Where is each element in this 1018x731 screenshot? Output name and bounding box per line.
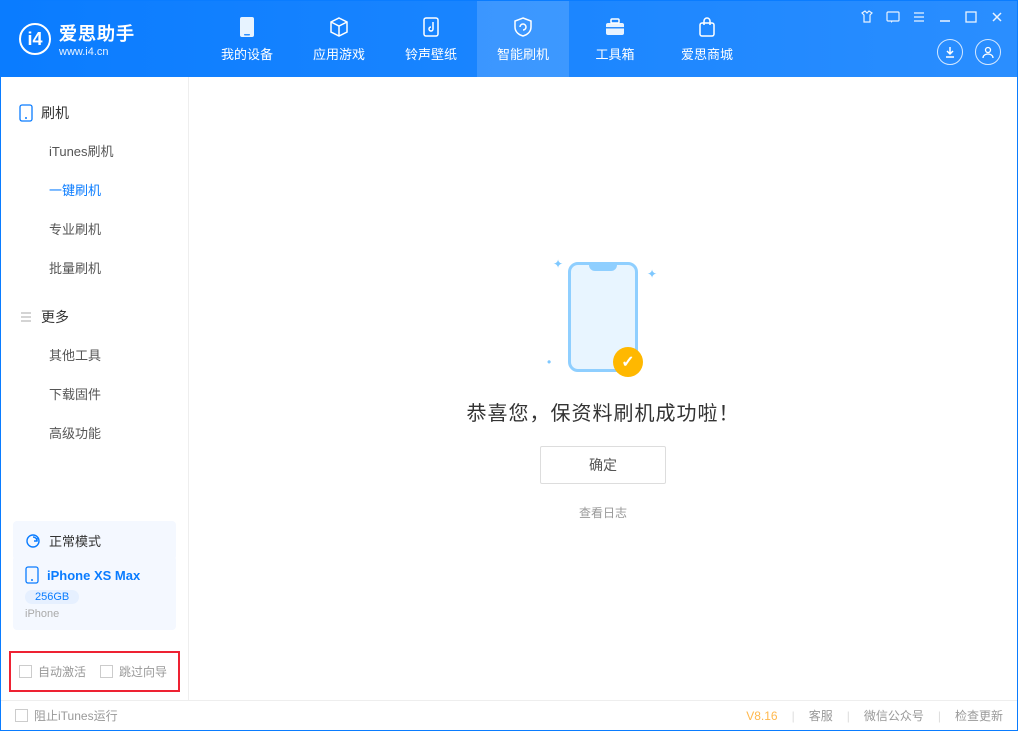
view-log-link[interactable]: 查看日志 [579, 504, 627, 521]
header-actions [937, 39, 1001, 65]
close-button[interactable] [989, 9, 1005, 25]
app-title: 爱思助手 [59, 20, 135, 46]
tshirt-icon[interactable] [859, 9, 875, 25]
section-title: 刷机 [41, 103, 69, 123]
sidebar-item-download-firmware[interactable]: 下载固件 [1, 374, 188, 413]
tab-label: 铃声壁纸 [405, 44, 457, 63]
minimize-button[interactable] [937, 9, 953, 25]
tab-smart-flash[interactable]: 智能刷机 [477, 1, 569, 77]
footer-link-support[interactable]: 客服 [809, 707, 833, 724]
cube-icon [328, 16, 350, 38]
status-bar: 阻止iTunes运行 V8.16 | 客服 | 微信公众号 | 检查更新 [1, 700, 1017, 730]
success-message: 恭喜您，保资料刷机成功啦！ [467, 397, 740, 426]
logo-area: i4 爱思助手 www.i4.cn [1, 20, 201, 58]
tab-store[interactable]: 爱思商城 [661, 1, 753, 77]
mode-card[interactable]: 正常模式 [13, 521, 176, 560]
toolbox-icon [604, 16, 626, 38]
sidebar-item-pro-flash[interactable]: 专业刷机 [1, 209, 188, 248]
device-name: iPhone XS Max [47, 568, 140, 583]
highlighted-options: 自动激活 跳过向导 [9, 651, 180, 692]
footer-link-wechat[interactable]: 微信公众号 [864, 707, 924, 724]
checkbox-label: 自动激活 [38, 663, 86, 680]
device-card[interactable]: iPhone XS Max 256GB iPhone [13, 556, 176, 630]
window-controls [859, 9, 1005, 25]
tab-label: 应用游戏 [313, 44, 365, 63]
tab-label: 工具箱 [595, 44, 634, 63]
sidebar: 刷机 iTunes刷机 一键刷机 专业刷机 批量刷机 更多 其他工具 下载固件 … [1, 77, 189, 700]
checkbox-icon [15, 709, 28, 722]
checkbox-icon [19, 665, 32, 678]
title-bar: i4 爱思助手 www.i4.cn 我的设备 应用游戏 铃声壁纸 智能刷机 工具… [1, 1, 1017, 77]
mode-label: 正常模式 [49, 531, 101, 550]
check-icon: ✓ [613, 347, 643, 377]
app-url: www.i4.cn [59, 46, 135, 58]
sidebar-item-batch-flash[interactable]: 批量刷机 [1, 248, 188, 287]
sidebar-section-more: 更多 [1, 299, 188, 335]
device-capacity: 256GB [25, 590, 79, 604]
sidebar-item-other-tools[interactable]: 其他工具 [1, 335, 188, 374]
sidebar-item-onekey-flash[interactable]: 一键刷机 [1, 170, 188, 209]
footer-link-update[interactable]: 检查更新 [955, 707, 1003, 724]
checkbox-icon [100, 665, 113, 678]
main-content: ✦ ✦ • ✓ 恭喜您，保资料刷机成功啦！ 确定 查看日志 [189, 77, 1017, 700]
shield-refresh-icon [512, 16, 534, 38]
sidebar-item-itunes-flash[interactable]: iTunes刷机 [1, 131, 188, 170]
device-type: iPhone [25, 608, 164, 620]
sidebar-section-flash: 刷机 [1, 95, 188, 131]
tab-ringtones-wallpapers[interactable]: 铃声壁纸 [385, 1, 477, 77]
version-label: V8.16 [746, 709, 777, 723]
music-file-icon [420, 16, 442, 38]
checkbox-label: 阻止iTunes运行 [34, 707, 118, 724]
phone-icon [19, 104, 33, 122]
refresh-icon [25, 533, 41, 549]
tab-my-device[interactable]: 我的设备 [201, 1, 293, 77]
app-logo-icon: i4 [19, 23, 51, 55]
checkbox-auto-activate[interactable]: 自动激活 [19, 663, 86, 680]
tab-label: 爱思商城 [681, 44, 733, 63]
bag-icon [696, 16, 718, 38]
menu-icon[interactable] [911, 9, 927, 25]
device-icon [25, 566, 39, 584]
feedback-icon[interactable] [885, 9, 901, 25]
tab-apps-games[interactable]: 应用游戏 [293, 1, 385, 77]
user-button[interactable] [975, 39, 1001, 65]
ok-button[interactable]: 确定 [540, 446, 666, 484]
tab-toolbox[interactable]: 工具箱 [569, 1, 661, 77]
checkbox-label: 跳过向导 [119, 663, 167, 680]
checkbox-block-itunes[interactable]: 阻止iTunes运行 [15, 707, 118, 724]
section-title: 更多 [41, 307, 69, 327]
device-icon [236, 16, 258, 38]
download-button[interactable] [937, 39, 963, 65]
tab-label: 我的设备 [221, 44, 273, 63]
tab-label: 智能刷机 [497, 44, 549, 63]
checkbox-skip-guide[interactable]: 跳过向导 [100, 663, 167, 680]
success-illustration: ✦ ✦ • ✓ [553, 257, 653, 377]
sidebar-item-advanced[interactable]: 高级功能 [1, 413, 188, 452]
maximize-button[interactable] [963, 9, 979, 25]
list-icon [19, 310, 33, 324]
nav-tabs: 我的设备 应用游戏 铃声壁纸 智能刷机 工具箱 爱思商城 [201, 1, 753, 77]
